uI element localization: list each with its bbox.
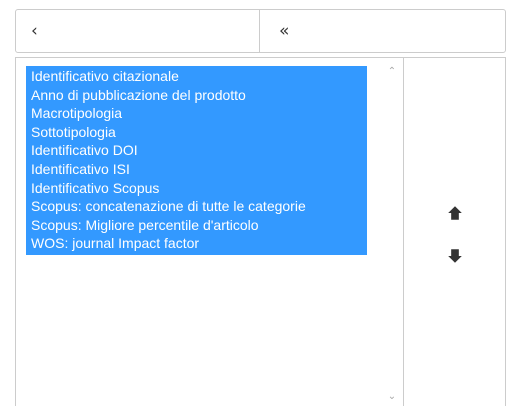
selected-fields-list: Identificativo citazionale Anno di pubbl… — [26, 66, 367, 255]
chevron-left-icon: ‹ — [31, 20, 38, 41]
list-item[interactable]: WOS: journal Impact factor — [26, 234, 367, 253]
list-item[interactable]: Identificativo DOI — [26, 141, 367, 160]
double-chevron-left-icon: « — [279, 20, 290, 41]
list-item[interactable]: Scopus: Migliore percentile d'articolo — [26, 216, 367, 235]
move-left-button[interactable]: ‹ — [15, 9, 260, 53]
list-item[interactable]: Identificativo citazionale — [26, 67, 367, 86]
list-item[interactable]: Sottotipologia — [26, 123, 367, 142]
move-all-left-button[interactable]: « — [259, 9, 506, 53]
selected-fields-panel: ‹ « Identificativo citazionale Anno di p… — [0, 0, 513, 406]
selected-fields-listbox[interactable]: Identificativo citazionale Anno di pubbl… — [15, 57, 404, 406]
arrow-down-icon[interactable] — [445, 246, 465, 266]
list-item[interactable]: Anno di pubblicazione del prodotto — [26, 86, 367, 105]
list-item[interactable]: Scopus: concatenazione di tutte le categ… — [26, 197, 367, 216]
scroll-up-icon[interactable]: ⌃ — [386, 67, 398, 77]
list-item[interactable]: Identificativo ISI — [26, 160, 367, 179]
arrow-up-icon[interactable] — [445, 203, 465, 223]
order-controls-panel — [403, 57, 506, 406]
list-item[interactable]: Identificativo Scopus — [26, 179, 367, 198]
list-item[interactable]: Macrotipologia — [26, 104, 367, 123]
scroll-down-icon[interactable]: ⌄ — [386, 392, 398, 402]
